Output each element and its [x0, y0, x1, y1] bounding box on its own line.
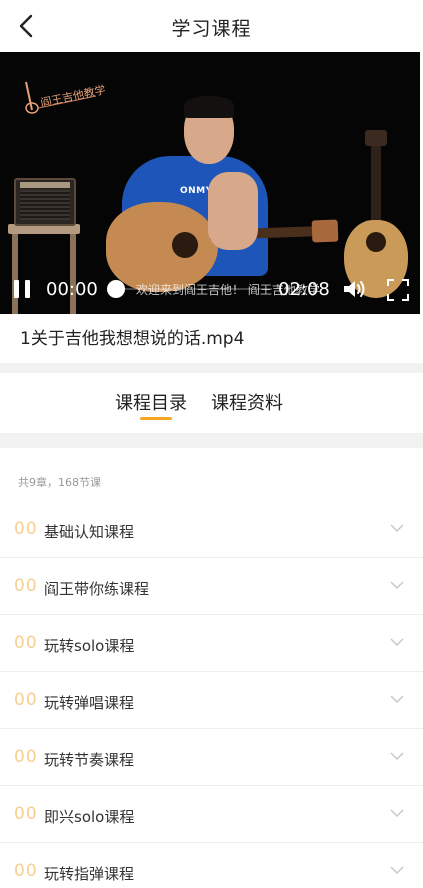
- chapter-row[interactable]: 00 玩转节奏课程: [0, 729, 423, 786]
- chapter-row[interactable]: 00 玩转solo课程: [0, 615, 423, 672]
- current-time: 00:00: [46, 279, 98, 300]
- course-summary: 共9章，168节课: [18, 476, 101, 489]
- course-chapter-list: 共9章，168节课 00 基础认知课程 00 阎王带你练课程 00 玩转solo…: [0, 448, 423, 888]
- chapter-title: 基础认知课程: [44, 523, 135, 541]
- chapter-title: 玩转弹唱课程: [44, 694, 135, 712]
- standing-guitar-headstock: [365, 130, 387, 146]
- video-player[interactable]: 阎王吉他教学 ONMYGAME 00:00 欢迎来到阎王吉他！ 阎王吉他教学 0…: [0, 52, 420, 314]
- chapter-number: 00: [14, 576, 38, 596]
- chapter-number: 00: [14, 633, 38, 653]
- chapter-number: 00: [14, 804, 38, 824]
- chevron-down-icon: [390, 809, 404, 818]
- section-divider: [0, 433, 423, 448]
- standing-guitar-neck: [371, 138, 381, 228]
- tab-course-catalog[interactable]: 课程目录: [115, 389, 187, 415]
- chevron-down-icon: [390, 866, 404, 875]
- guitar-headstock: [311, 219, 339, 243]
- amplifier-prop: [14, 178, 76, 226]
- chevron-down-icon: [390, 695, 404, 704]
- brand-logo: 阎王吉他教学: [18, 74, 107, 116]
- fullscreen-icon[interactable]: [386, 278, 410, 302]
- chapter-title: 玩转节奏课程: [44, 751, 135, 769]
- chapter-title: 即兴solo课程: [44, 808, 135, 826]
- volume-icon[interactable]: [342, 278, 368, 300]
- chapter-number: 00: [14, 747, 38, 767]
- section-divider: [0, 363, 423, 373]
- chevron-down-icon: [390, 581, 404, 590]
- guitar-soundhole: [172, 232, 198, 258]
- instructor-arm: [208, 172, 258, 250]
- progress-thumb[interactable]: [107, 280, 125, 298]
- video-controls: 00:00 欢迎来到阎王吉他！ 阎王吉他教学 02:08: [0, 266, 420, 314]
- chevron-down-icon: [390, 524, 404, 533]
- chapter-title: 阎王带你练课程: [44, 580, 150, 598]
- total-time: 02:08: [278, 279, 330, 300]
- standing-guitar-soundhole: [366, 232, 386, 252]
- chevron-down-icon: [390, 752, 404, 761]
- page-title: 学习课程: [171, 18, 252, 40]
- chapter-row[interactable]: 00 阎王带你练课程: [0, 558, 423, 615]
- chapter-title: 玩转指弹课程: [44, 865, 135, 883]
- chapter-number: 00: [14, 519, 38, 539]
- chapter-row[interactable]: 00 基础认知课程: [0, 501, 423, 558]
- top-nav-bar: 学习课程: [0, 0, 423, 52]
- chevron-down-icon: [390, 638, 404, 647]
- chapter-title: 玩转solo课程: [44, 637, 135, 655]
- chapter-number: 00: [14, 861, 38, 881]
- video-file-title: 1关于吉他我想想说的话.mp4: [20, 329, 245, 349]
- tab-bar: 课程目录 课程资料: [0, 373, 423, 433]
- chapter-number: 00: [14, 690, 38, 710]
- tab-course-materials[interactable]: 课程资料: [211, 389, 283, 415]
- chapter-row[interactable]: 00 玩转弹唱课程: [0, 672, 423, 729]
- chapter-row[interactable]: 00 即兴solo课程: [0, 786, 423, 843]
- instructor-hair: [184, 96, 234, 118]
- chapter-row[interactable]: 00 玩转指弹课程: [0, 843, 423, 888]
- active-tab-indicator: [140, 417, 172, 420]
- pause-icon[interactable]: [12, 278, 34, 300]
